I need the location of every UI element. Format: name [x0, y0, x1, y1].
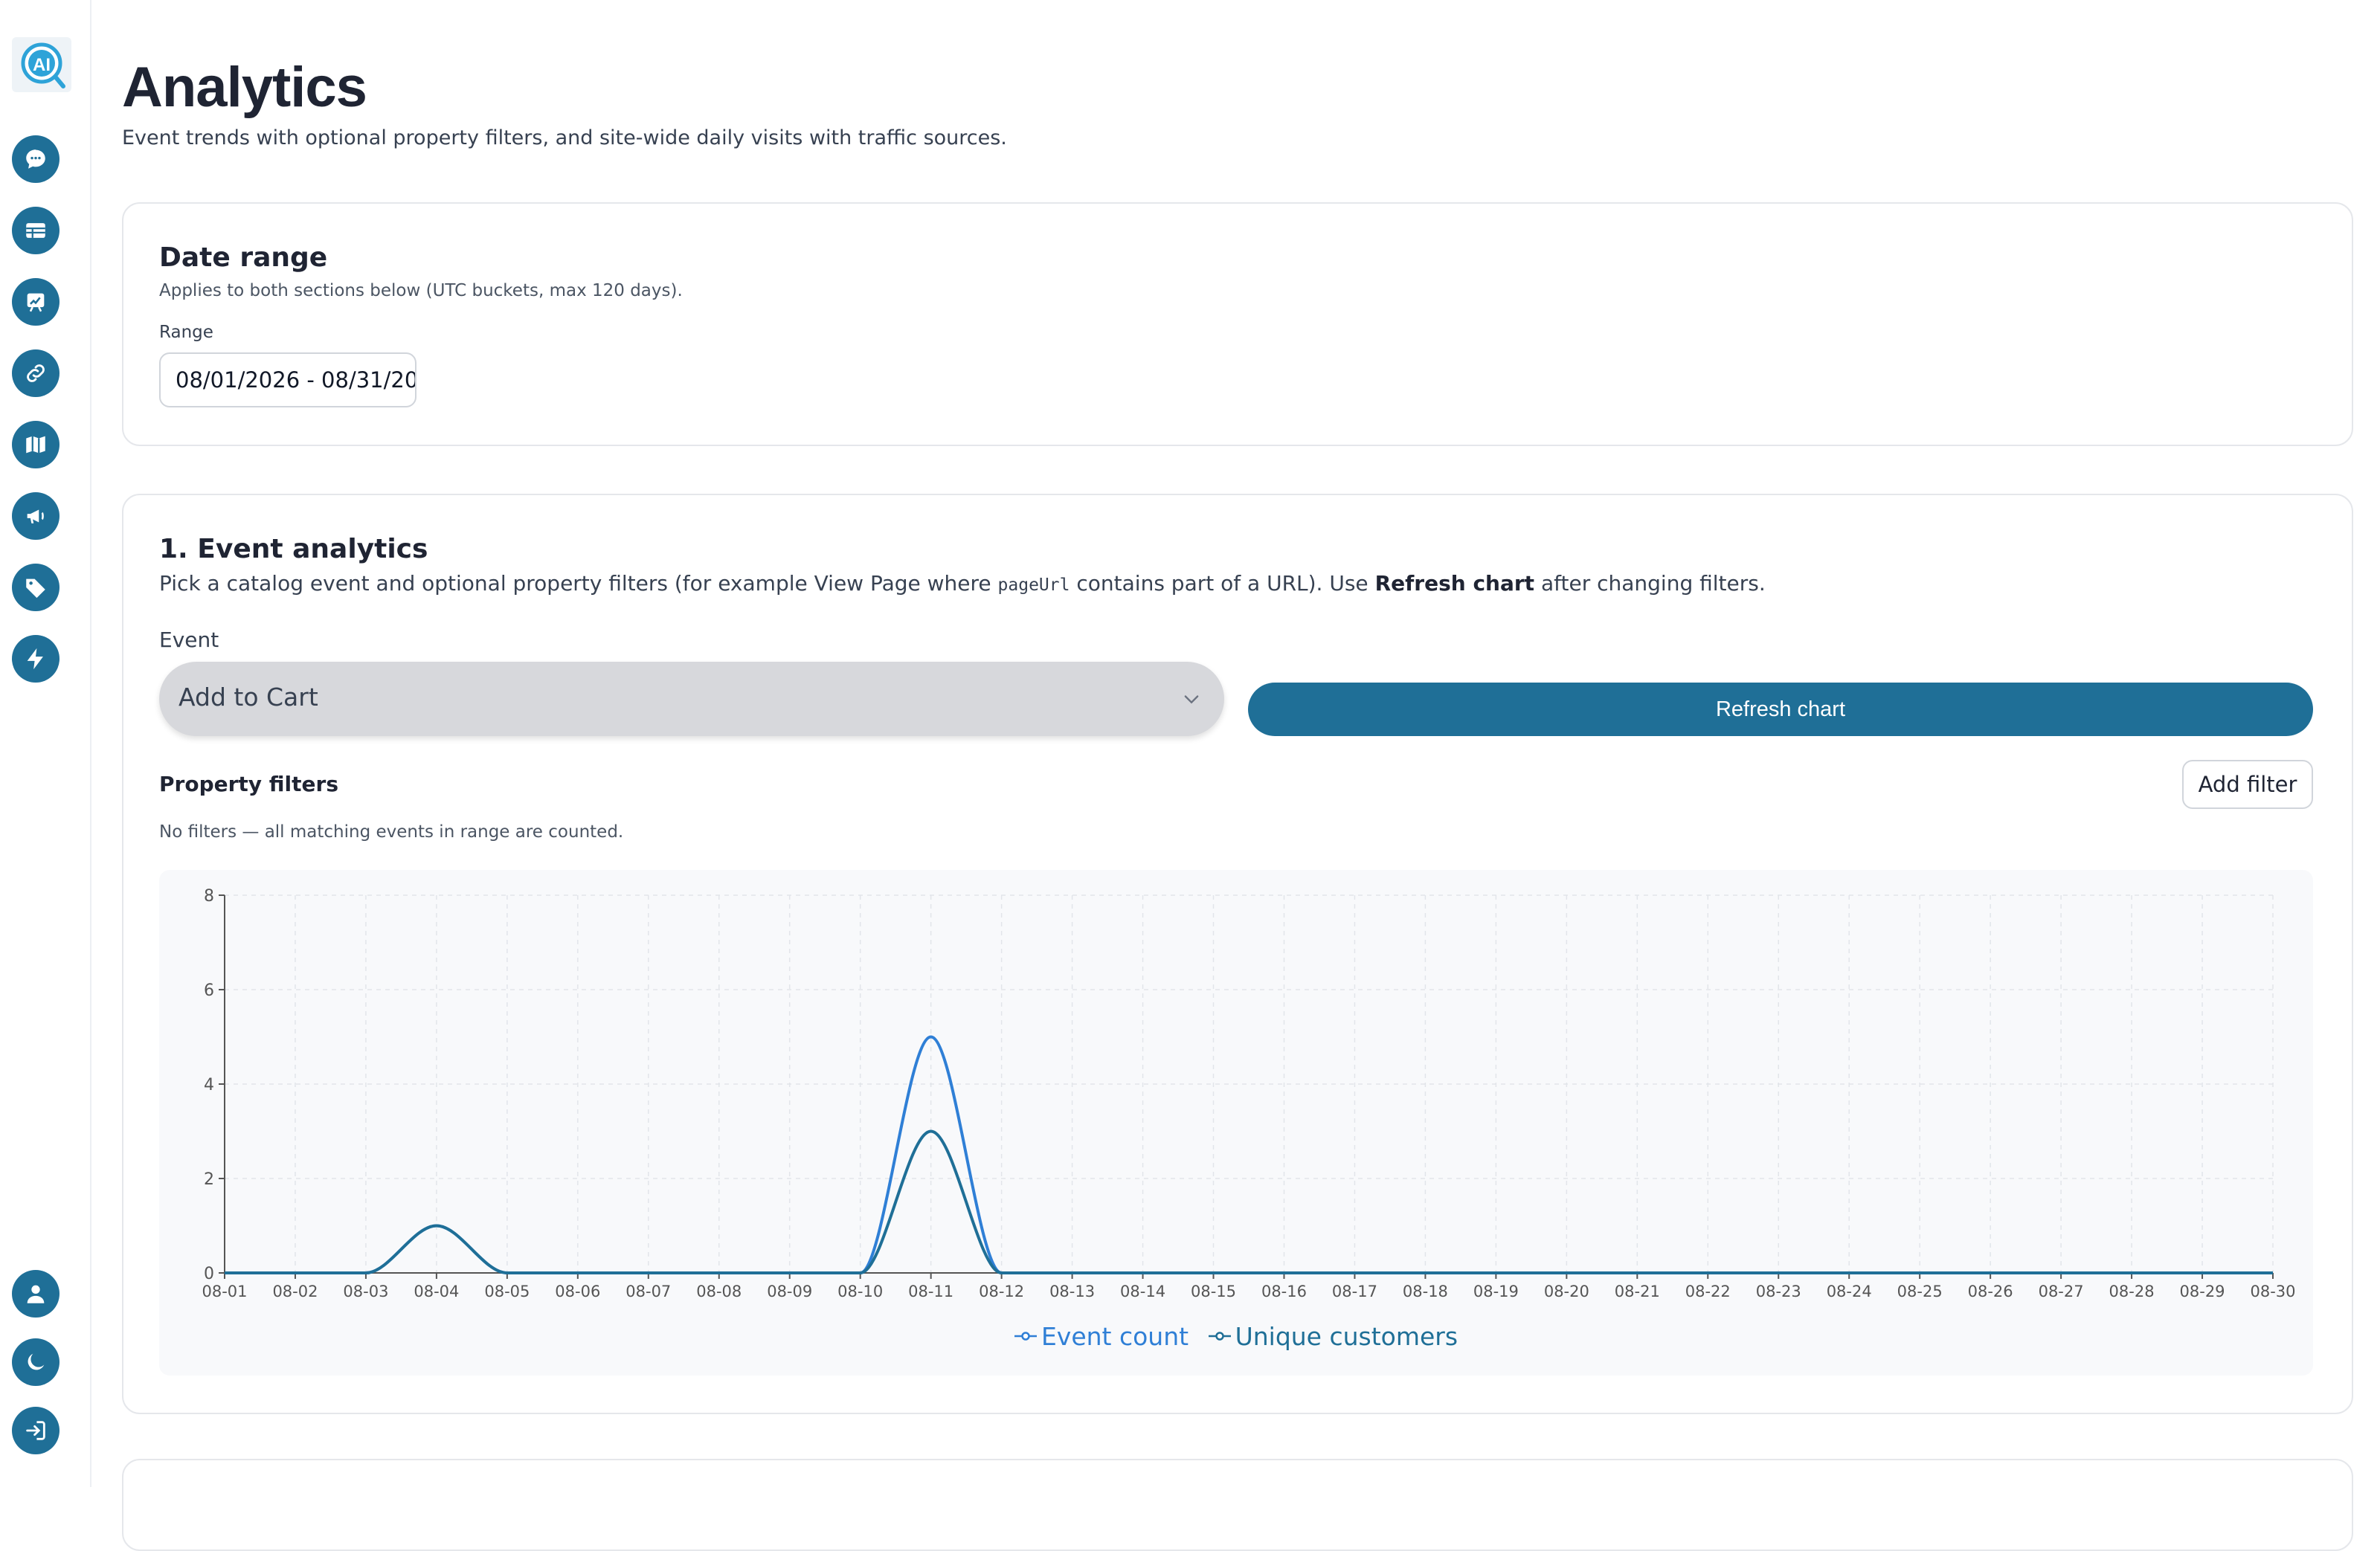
- event-analytics-title: 1. Event analytics: [159, 534, 428, 564]
- legend-line-icon: [1014, 1332, 1037, 1341]
- no-filters-text: No filters — all matching events in rang…: [159, 822, 624, 842]
- x-tick-label: 08-28: [2109, 1283, 2155, 1300]
- x-tick-label: 08-03: [343, 1283, 388, 1300]
- x-tick-label: 08-05: [484, 1283, 530, 1300]
- series-line-event-count: [224, 1035, 2273, 1275]
- nav-automations[interactable]: [12, 635, 60, 683]
- desc-suffix: after changing filters.: [1534, 571, 1766, 596]
- x-tick-label: 08-13: [1049, 1283, 1095, 1300]
- x-tick-label: 08-25: [1897, 1283, 1943, 1300]
- x-tick-label: 08-24: [1827, 1283, 1872, 1300]
- y-tick-label: 2: [204, 1170, 214, 1189]
- page-subtitle: Event trends with optional property filt…: [122, 126, 1007, 149]
- traffic-card: [122, 1459, 2353, 1551]
- map-icon: [26, 436, 45, 454]
- nav-map[interactable]: [12, 421, 60, 468]
- x-tick-label: 08-11: [908, 1283, 953, 1300]
- desc-bold: Refresh chart: [1374, 571, 1535, 596]
- x-tick-label: 08-09: [767, 1283, 812, 1300]
- lightning-icon: [27, 648, 43, 670]
- y-tick-label: 8: [204, 887, 214, 906]
- date-range-title: Date range: [159, 242, 328, 273]
- nav-table[interactable]: [12, 207, 60, 254]
- chart-icon: [27, 293, 45, 312]
- property-filters-label: Property filters: [159, 772, 338, 796]
- nav-logout[interactable]: [12, 1407, 60, 1454]
- legend-line-icon: [1208, 1332, 1231, 1341]
- nav-profile[interactable]: [12, 1270, 60, 1318]
- x-tick-label: 08-27: [2039, 1283, 2084, 1300]
- x-tick-label: 08-22: [1685, 1283, 1731, 1300]
- date-range-card: Date range Applies to both sections belo…: [122, 202, 2353, 446]
- legend-event-count[interactable]: Event count: [1014, 1322, 1189, 1351]
- x-tick-label: 08-16: [1261, 1283, 1307, 1300]
- user-icon: [27, 1285, 45, 1303]
- svg-text:AI: AI: [33, 55, 51, 75]
- megaphone-icon: [27, 509, 44, 523]
- chevron-down-icon: [1184, 695, 1199, 704]
- refresh-chart-button[interactable]: Refresh chart: [1248, 683, 2313, 736]
- x-tick-label: 08-19: [1473, 1283, 1519, 1300]
- event-analytics-description: Pick a catalog event and optional proper…: [159, 571, 1766, 596]
- x-tick-label: 08-21: [1615, 1283, 1660, 1300]
- app-logo[interactable]: AI: [12, 37, 71, 92]
- x-tick-label: 08-12: [979, 1283, 1024, 1300]
- chart-legend: Event count Unique customers: [159, 1319, 2313, 1351]
- event-analytics-card: 1. Event analytics Pick a catalog event …: [122, 494, 2353, 1414]
- x-tick-label: 08-26: [1968, 1283, 2013, 1300]
- logout-icon: [26, 1421, 45, 1440]
- x-tick-label: 08-10: [837, 1283, 883, 1300]
- x-tick-label: 08-01: [202, 1283, 247, 1300]
- range-label: Range: [159, 323, 213, 342]
- x-tick-label: 08-18: [1403, 1283, 1448, 1300]
- add-filter-button[interactable]: Add filter: [2182, 760, 2313, 809]
- nav-tags[interactable]: [12, 564, 60, 611]
- x-tick-label: 08-23: [1756, 1283, 1801, 1300]
- legend-event-count-label: Event count: [1041, 1321, 1189, 1351]
- desc-code: pageUrl: [997, 575, 1070, 595]
- nav-link[interactable]: [12, 349, 60, 397]
- date-range-input[interactable]: 08/01/2026 - 08/31/2026: [159, 352, 416, 407]
- x-tick-label: 08-02: [272, 1283, 318, 1300]
- y-tick-label: 6: [204, 981, 214, 1000]
- desc-prefix: Pick a catalog event and optional proper…: [159, 571, 998, 596]
- logo-icon: AI: [21, 42, 65, 88]
- x-tick-label: 08-07: [625, 1283, 671, 1300]
- event-select[interactable]: Add to Cart: [159, 662, 1224, 736]
- nav-theme-toggle[interactable]: [12, 1338, 60, 1386]
- event-label: Event: [159, 628, 219, 652]
- date-range-note: Applies to both sections below (UTC buck…: [159, 281, 683, 300]
- chat-icon: [26, 149, 45, 169]
- tag-icon: [26, 578, 45, 599]
- y-tick-label: 4: [204, 1076, 214, 1094]
- y-tick-label: 0: [204, 1265, 214, 1283]
- x-tick-label: 08-30: [2250, 1283, 2295, 1300]
- event-select-value: Add to Cart: [178, 683, 318, 712]
- x-tick-label: 08-20: [1544, 1283, 1589, 1300]
- legend-unique-customers-label: Unique customers: [1235, 1321, 1458, 1351]
- x-tick-label: 08-17: [1332, 1283, 1377, 1300]
- legend-unique-customers[interactable]: Unique customers: [1208, 1321, 1458, 1351]
- moon-icon: [28, 1353, 45, 1370]
- page-title: Analytics: [122, 56, 367, 119]
- x-tick-label: 08-08: [696, 1283, 742, 1300]
- x-tick-label: 08-06: [555, 1283, 600, 1300]
- event-chart: 0 2 4 6 8 08-01 08-02 08-03 08-04 08-05 08-06 08-07…: [159, 870, 2313, 1376]
- x-tick-label: 08-15: [1191, 1283, 1236, 1300]
- nav-campaigns[interactable]: [12, 492, 60, 540]
- x-tick-label: 08-14: [1120, 1283, 1165, 1300]
- nav-chart[interactable]: [12, 278, 60, 326]
- series-line-unique-customers: [224, 1129, 2273, 1275]
- x-tick-label: 08-04: [414, 1283, 459, 1300]
- table-icon: [26, 223, 45, 238]
- event-chart-svg: 0 2 4 6 8 08-01 08-02 08-03 08-04 08-05 08-06 08-07…: [202, 887, 2295, 1300]
- link-icon: [27, 364, 45, 382]
- nav-chat[interactable]: [12, 135, 60, 183]
- x-tick-label: 08-29: [2180, 1283, 2225, 1300]
- desc-mid: contains part of a URL). Use: [1070, 571, 1375, 596]
- sidebar: AI: [0, 0, 91, 1487]
